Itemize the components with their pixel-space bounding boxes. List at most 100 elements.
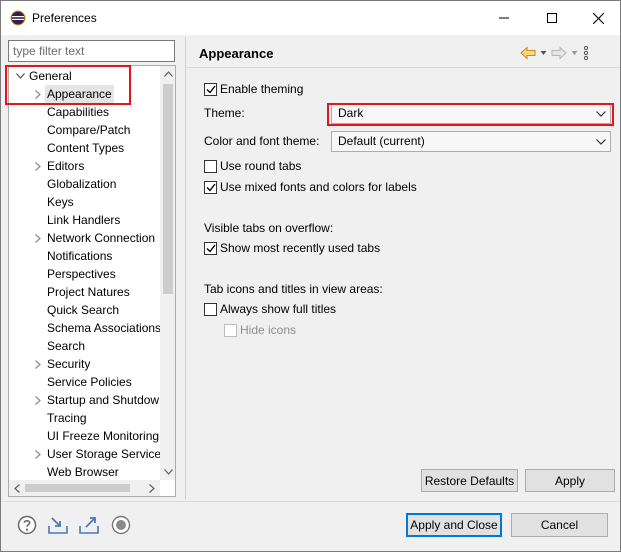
color-font-theme-value: Default (current) — [338, 134, 425, 148]
chevron-down-icon — [596, 110, 606, 117]
tree-item[interactable]: Capabilities — [9, 103, 160, 121]
enable-theming-checkbox[interactable]: Enable theming — [204, 81, 303, 97]
title-bar: Preferences — [1, 1, 620, 35]
always-full-titles-box[interactable] — [204, 302, 217, 316]
theme-value: Dark — [338, 106, 364, 120]
show-recent-tabs-checkbox[interactable]: Show most recently used tabs — [204, 240, 380, 256]
chevron-right-icon[interactable] — [33, 445, 43, 463]
view-menu-icon[interactable] — [582, 45, 590, 61]
tree-item[interactable]: Startup and Shutdow — [9, 391, 160, 409]
tree-item[interactable]: Web Browser — [9, 463, 160, 481]
tree-item[interactable]: Security — [9, 355, 160, 373]
close-button[interactable] — [575, 1, 620, 35]
tree-item[interactable]: Notifications — [9, 247, 160, 265]
tree-item-label: Search — [47, 339, 86, 353]
maximize-button[interactable] — [529, 1, 575, 35]
chevron-right-icon[interactable] — [33, 355, 43, 373]
back-arrow-icon[interactable] — [520, 46, 536, 60]
scroll-right-icon[interactable] — [144, 480, 160, 496]
chevron-right-icon[interactable] — [33, 85, 43, 103]
tree-item[interactable]: Content Types — [9, 139, 160, 157]
tree-item-label: Network Connection — [47, 231, 156, 245]
forward-arrow-icon[interactable] — [551, 46, 567, 60]
tree-horizontal-scrollbar[interactable] — [9, 480, 160, 496]
appearance-page: Appearance Enable theming Theme: Dark Co… — [186, 37, 620, 499]
tree-item[interactable]: UI Freeze Monitoring — [9, 427, 160, 445]
apply-and-close-button[interactable]: Apply and Close — [406, 513, 502, 537]
tree-item-label: Perspectives — [47, 267, 116, 281]
tree-item-label: Content Types — [47, 141, 125, 155]
theme-label: Theme: — [204, 106, 245, 120]
chevron-right-icon[interactable] — [33, 157, 43, 175]
vertical-scroll-thumb[interactable] — [163, 84, 173, 294]
tree-item-label: General — [29, 69, 72, 83]
mixed-fonts-box[interactable] — [204, 180, 217, 194]
import-button[interactable] — [47, 514, 69, 536]
import-icon — [48, 517, 68, 534]
tree-item[interactable]: Perspectives — [9, 265, 160, 283]
scroll-left-icon[interactable] — [9, 480, 25, 496]
export-button[interactable] — [78, 514, 100, 536]
chevron-down-icon[interactable] — [15, 67, 25, 85]
chevron-right-icon[interactable] — [33, 229, 43, 247]
horizontal-scroll-thumb[interactable] — [25, 484, 130, 492]
round-tabs-box[interactable] — [204, 159, 217, 173]
tree-item-label: Appearance — [45, 85, 114, 103]
export-icon — [79, 517, 99, 534]
tree-item-label: Notifications — [47, 249, 113, 263]
chevron-right-icon[interactable] — [33, 391, 43, 409]
tree-item[interactable]: Link Handlers — [9, 211, 160, 229]
tree-item-label: Compare/Patch — [47, 123, 131, 137]
close-icon — [592, 12, 604, 24]
theme-combo[interactable]: Dark — [331, 103, 611, 124]
hide-icons-box — [224, 323, 237, 337]
forward-menu-icon[interactable] — [571, 46, 578, 60]
tree-item[interactable]: Project Natures — [9, 283, 160, 301]
tree-item[interactable]: Compare/Patch — [9, 121, 160, 139]
back-menu-icon[interactable] — [540, 46, 547, 60]
tree-item-label: Capabilities — [47, 105, 110, 119]
show-recent-tabs-label: Show most recently used tabs — [220, 241, 381, 255]
tree-item-label: Startup and Shutdow — [47, 393, 160, 407]
enable-theming-box[interactable] — [204, 82, 217, 96]
mixed-fonts-checkbox[interactable]: Use mixed fonts and colors for labels — [204, 179, 417, 195]
preference-tree[interactable]: General Appearance Capabilities Compare/Pat… — [8, 65, 176, 497]
tree-item[interactable]: Search — [9, 337, 160, 355]
tree-item-label: Globalization — [47, 177, 117, 191]
scroll-down-icon[interactable] — [160, 464, 175, 480]
tree-item[interactable]: Tracing — [9, 409, 160, 427]
tree-vertical-scrollbar[interactable] — [160, 66, 175, 480]
always-full-titles-checkbox[interactable]: Always show full titles — [204, 301, 336, 317]
round-tabs-checkbox[interactable]: Use round tabs — [204, 158, 301, 174]
tree-item[interactable]: Quick Search — [9, 301, 160, 319]
tree-item[interactable]: Network Connection — [9, 229, 160, 247]
cancel-button[interactable]: Cancel — [511, 513, 608, 537]
apply-button[interactable]: Apply — [525, 469, 615, 492]
tree-item-label: Service Policies — [47, 375, 132, 389]
tree-item[interactable]: Editors — [9, 157, 160, 175]
minimize-button[interactable] — [481, 1, 527, 35]
page-nav-toolbar — [520, 44, 590, 62]
scroll-up-icon[interactable] — [160, 66, 175, 82]
minimize-icon — [499, 17, 509, 19]
preferences-window: Preferences General Appearance Capabilitie… — [0, 0, 621, 552]
tree-item-label: Schema Associations — [47, 321, 162, 335]
record-icon — [111, 515, 131, 535]
show-recent-tabs-box[interactable] — [204, 241, 217, 255]
tree-item[interactable]: Appearance — [9, 85, 160, 103]
tree-item[interactable]: Service Policies — [9, 373, 160, 391]
color-font-theme-combo[interactable]: Default (current) — [331, 131, 611, 152]
color-font-theme-label: Color and font theme: — [204, 134, 320, 148]
tree-item[interactable]: Keys — [9, 193, 160, 211]
tree-item[interactable]: Globalization — [9, 175, 160, 193]
tree-item-label: Security — [47, 357, 91, 371]
always-full-titles-label: Always show full titles — [220, 302, 337, 316]
tree-item[interactable]: User Storage Service — [9, 445, 161, 463]
help-icon — [17, 515, 37, 535]
help-button[interactable] — [16, 514, 38, 536]
record-button[interactable] — [110, 514, 132, 536]
tree-item[interactable]: General — [9, 67, 160, 85]
filter-input[interactable] — [8, 40, 175, 62]
tree-item[interactable]: Schema Associations — [9, 319, 162, 337]
restore-defaults-button[interactable]: Restore Defaults — [421, 469, 518, 492]
